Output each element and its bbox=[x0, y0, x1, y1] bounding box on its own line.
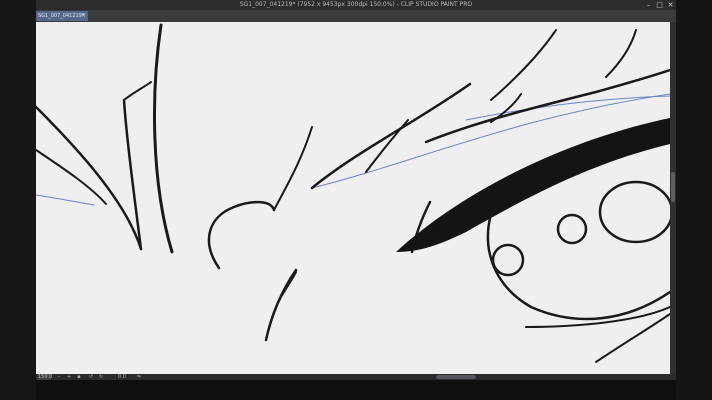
eye-highlight-side bbox=[491, 243, 525, 277]
ink-stroke bbox=[605, 29, 637, 78]
close-button[interactable]: ✕ bbox=[665, 0, 676, 10]
vertical-scrollbar[interactable] bbox=[670, 22, 676, 374]
ink-stroke bbox=[310, 82, 472, 190]
guide-line bbox=[36, 194, 95, 206]
ink-stroke bbox=[490, 29, 557, 101]
maximize-button[interactable]: □ bbox=[654, 0, 665, 10]
window-title: SG1_007_041219* (7952 x 9453px 300dpi 15… bbox=[239, 1, 473, 8]
eye-iris-outline bbox=[486, 212, 670, 321]
ink-stroke bbox=[277, 271, 297, 303]
ink-stroke bbox=[153, 23, 174, 254]
lower-lid-line bbox=[525, 306, 670, 328]
drawing-canvas[interactable] bbox=[36, 22, 670, 374]
tab-document[interactable]: SG1_007_041219* × bbox=[36, 11, 88, 21]
ink-strokes bbox=[36, 23, 670, 363]
lower-lash-line bbox=[595, 313, 670, 363]
right-dock-panel bbox=[676, 0, 712, 400]
tab-label: SG1_007_041219* bbox=[38, 13, 85, 19]
window-title-bar: SG1_007_041219* (7952 x 9453px 300dpi 15… bbox=[36, 0, 676, 10]
ink-stroke bbox=[273, 126, 313, 211]
eye-highlight-small bbox=[556, 213, 588, 245]
ink-stroke bbox=[490, 93, 522, 123]
window-controls: – □ ✕ bbox=[643, 0, 676, 10]
eye-highlight-large bbox=[598, 180, 670, 244]
vertical-scroll-thumb[interactable] bbox=[671, 172, 675, 202]
lineart-drawing bbox=[36, 23, 670, 363]
horizontal-scrollbar[interactable] bbox=[436, 375, 476, 379]
lower-dock-area bbox=[36, 380, 676, 400]
ink-stroke bbox=[207, 200, 276, 270]
document-tab-strip: SG1_007_041219* × bbox=[36, 10, 676, 22]
left-dock-panel bbox=[0, 0, 36, 400]
tab-close-icon[interactable]: × bbox=[81, 11, 86, 21]
ink-stroke bbox=[36, 149, 107, 205]
ink-stroke bbox=[123, 81, 152, 101]
minimize-button[interactable]: – bbox=[643, 0, 654, 10]
